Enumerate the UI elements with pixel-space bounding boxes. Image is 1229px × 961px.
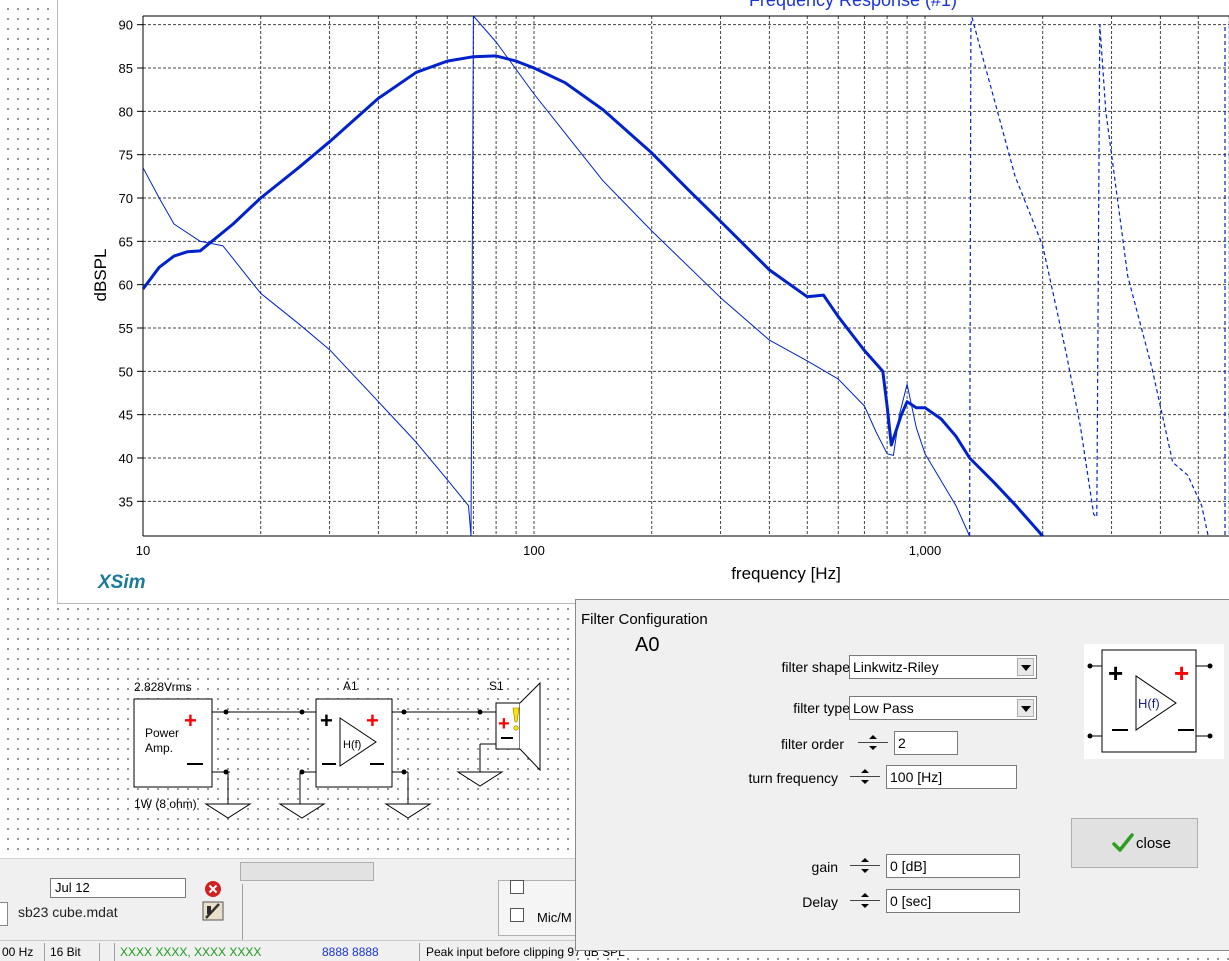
filter-type-value: Low Pass: [853, 700, 914, 716]
source-voltage: 2.828Vrms: [134, 680, 192, 694]
speaker-s1[interactable]: +: [495, 681, 541, 772]
svg-text:+: +: [1174, 658, 1189, 688]
option-checkbox[interactable]: [510, 880, 524, 894]
y-tick-label: 80: [119, 104, 133, 119]
filter-order-spinner[interactable]: [856, 731, 892, 755]
date-field[interactable]: Jul 12: [50, 878, 186, 898]
frequency-response-panel: 90 85 80 75 70 65 60 55 50 45 40 35 10 100 1,000 Frequ…: [57, 0, 1229, 604]
y-tick-label: 55: [119, 321, 133, 336]
gain-label: gain: [811, 859, 838, 875]
status-value: 8888 8888: [322, 945, 379, 959]
status-coords: XXXX XXXX, XXXX XXXX: [120, 945, 262, 959]
chevron-down-icon[interactable]: [1017, 658, 1034, 676]
status-bits: 16 Bit: [50, 945, 81, 959]
plus-icon: +: [184, 708, 197, 733]
power-amp-label-1: Power: [145, 726, 179, 740]
gain-field[interactable]: 0 [dB]: [886, 854, 1020, 878]
gain-spinner[interactable]: [848, 854, 884, 878]
y-tick-label: 35: [119, 494, 133, 509]
y-tick-label: 45: [119, 408, 133, 423]
checkmark-icon: [1112, 833, 1134, 852]
filter-configuration-dialog: Filter Configuration A0 filter shape Lin…: [575, 599, 1229, 951]
filter-type-select[interactable]: Low Pass: [849, 696, 1037, 720]
filter-order-label: filter order: [780, 736, 844, 752]
file-checkbox[interactable]: [0, 902, 8, 926]
circuit-schematic: Power Amp. + 2.828Vrms 1W (8 ohm) H(f) +…: [133, 679, 541, 819]
close-label: close: [1136, 835, 1172, 852]
status-bar: 00 Hz 16 Bit XXXX XXXX, XXXX XXXX 8888 8…: [0, 940, 625, 961]
ground-icon: [456, 771, 504, 787]
y-axis-label: dBSPL: [91, 249, 110, 302]
filter-shape-value: Linkwitz-Riley: [853, 659, 939, 675]
plus-icon: +: [498, 713, 510, 735]
remove-icon[interactable]: [204, 880, 222, 898]
turn-frequency-field[interactable]: 100 [Hz]: [886, 765, 1017, 789]
turn-frequency-spinner[interactable]: [848, 765, 884, 789]
delay-field[interactable]: 0 [sec]: [886, 889, 1020, 913]
scrollbar-thumb[interactable]: [240, 862, 374, 881]
filter-type-label: filter type: [793, 700, 850, 716]
power-amp-label-2: Amp.: [145, 741, 173, 755]
y-tick-label: 65: [119, 234, 133, 249]
plus-icon: +: [366, 708, 379, 733]
mic-label: Mic/M: [537, 910, 572, 925]
filter-shape-select[interactable]: Linkwitz-Riley: [849, 655, 1037, 679]
delay-spinner[interactable]: [848, 889, 884, 913]
x-tick-label: 100: [523, 543, 545, 558]
ground-icon: [384, 803, 432, 819]
response-curve-1: [141, 54, 1044, 537]
plus-icon: +: [320, 708, 333, 733]
y-tick-label: 90: [119, 18, 133, 33]
chevron-down-icon[interactable]: [1017, 699, 1034, 717]
chart-title: Frequency Response (#1): [749, 0, 957, 10]
turn-frequency-label: turn frequency: [748, 770, 839, 786]
filter-ref: A1: [343, 679, 358, 693]
delay-label: Delay: [802, 894, 838, 910]
x-tick-label: 1,000: [909, 543, 942, 558]
edit-file-icon[interactable]: [201, 900, 227, 922]
ground-icon: [278, 803, 326, 819]
x-tick-label: 10: [136, 543, 150, 558]
status-rate: 00 Hz: [2, 945, 34, 959]
filter-name: A0: [635, 634, 660, 656]
dialog-title: Filter Configuration: [581, 611, 708, 628]
xsim-brand: XSim: [97, 572, 146, 593]
file-name: sb23 cube.mdat: [18, 904, 118, 920]
frequency-response-chart: 90 85 80 75 70 65 60 55 50 45 40 35 10 100 1,000 Frequ…: [91, 0, 1229, 593]
filter-symbol-icon: H(f) + +: [1084, 644, 1224, 759]
power-amp-block[interactable]: Power Amp. +: [133, 698, 213, 788]
filter-block-a1[interactable]: H(f) + +: [315, 698, 393, 788]
close-button[interactable]: close: [1071, 818, 1198, 868]
ground-icon: [204, 803, 252, 819]
mic-checkbox[interactable]: [510, 908, 524, 922]
filter-symbol-text: H(f): [343, 739, 361, 751]
y-tick-label: 85: [119, 61, 133, 76]
filter-shape-label: filter shape: [781, 659, 850, 675]
y-tick-label: 60: [119, 278, 133, 293]
y-tick-label: 50: [119, 364, 133, 379]
filter-symbol-label: H(f): [1138, 696, 1160, 711]
x-axis-label: frequency [Hz]: [731, 564, 841, 583]
source-power: 1W (8 ohm): [134, 797, 197, 811]
y-tick-label: 40: [119, 451, 133, 466]
speaker-ref: S1: [489, 679, 504, 693]
y-tick-label: 70: [119, 191, 133, 206]
divider: [242, 884, 243, 940]
svg-text:+: +: [1108, 658, 1123, 688]
filter-order-field[interactable]: 2: [894, 731, 958, 755]
y-tick-label: 75: [119, 148, 133, 163]
